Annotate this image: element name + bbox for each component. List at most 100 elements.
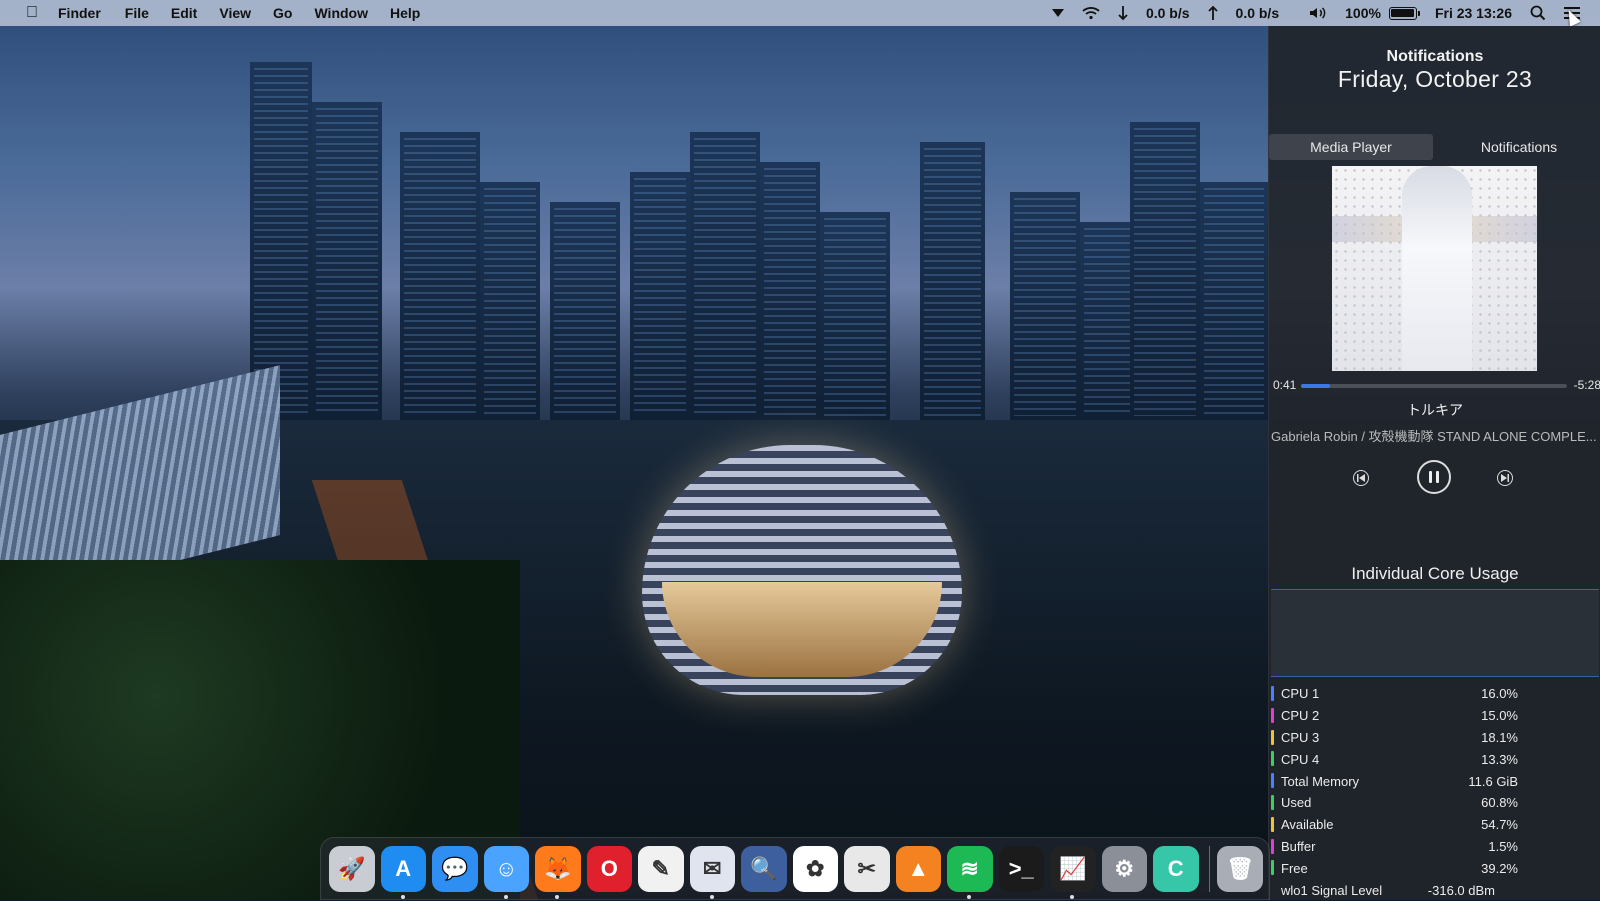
- progress-track[interactable]: [1301, 384, 1567, 388]
- running-indicator: [1070, 894, 1074, 899]
- core-usage-graph: [1271, 589, 1599, 677]
- next-track-button[interactable]: [1497, 470, 1513, 486]
- wallpaper-building: [400, 132, 480, 422]
- image-capture-icon[interactable]: 🔍: [741, 845, 787, 892]
- system-preferences-icon[interactable]: ⚙: [1101, 845, 1147, 892]
- menu-help[interactable]: Help: [390, 5, 420, 21]
- stat-color-bar: [1271, 860, 1274, 876]
- pause-icon: [1429, 471, 1439, 483]
- upload-rate[interactable]: 0.0 b/s: [1236, 5, 1280, 21]
- wallpaper-building: [1130, 122, 1200, 422]
- stat-row: Free 39.2%: [1271, 857, 1600, 879]
- stat-label: Used: [1281, 795, 1312, 811]
- stat-value: 1.5%: [1488, 838, 1518, 854]
- messages-icon[interactable]: 💬: [432, 845, 478, 892]
- app-store-icon[interactable]: A: [380, 845, 426, 899]
- running-indicator: [709, 894, 714, 899]
- terminal-icon[interactable]: >_: [998, 845, 1044, 892]
- textedit-icon[interactable]: ✎: [638, 845, 684, 892]
- stat-label: Available: [1281, 817, 1334, 833]
- wallpaper-building: [1010, 192, 1080, 422]
- stat-value: 15.0%: [1481, 708, 1518, 724]
- signal-level-value: -316.0 dBm: [1427, 882, 1495, 898]
- stat-value: 60.8%: [1481, 795, 1518, 811]
- song-artist: Gabriela Robin / 攻殻機動隊 STAND ALONE COMPL…: [1271, 429, 1597, 444]
- stat-color-bar: [1271, 816, 1274, 832]
- stat-color-bar: [1271, 838, 1274, 854]
- stat-row: CPU 1 16.0%: [1271, 683, 1600, 705]
- remaining-time: -5:28: [1573, 378, 1600, 392]
- stat-row: CPU 3 18.1%: [1271, 727, 1600, 749]
- previous-track-button[interactable]: [1353, 470, 1369, 486]
- stat-row: Total Memory 11.6 GiB: [1271, 770, 1600, 792]
- running-indicator: [503, 894, 508, 899]
- tab-notifications[interactable]: Notifications: [1437, 134, 1600, 160]
- stat-color-bar: [1271, 707, 1274, 723]
- menu-go[interactable]: Go: [273, 5, 292, 21]
- firefox-icon[interactable]: 🦊: [535, 845, 581, 899]
- menu-window[interactable]: Window: [314, 5, 368, 21]
- stat-value: 18.1%: [1481, 729, 1518, 745]
- battery-icon[interactable]: [1387, 6, 1420, 20]
- playback-progress[interactable]: 0:41 -5:28: [1269, 378, 1600, 392]
- volume-icon[interactable]: [1309, 6, 1327, 20]
- trash-icon[interactable]: 🗑: [1217, 845, 1263, 892]
- notification-center-panel: Notifications Friday, October 23 Media P…: [1268, 26, 1600, 900]
- panel-title: Notifications: [1386, 48, 1484, 65]
- tab-media-player[interactable]: Media Player: [1269, 134, 1433, 160]
- apple-menu-icon[interactable]: : [24, 4, 40, 22]
- signal-level-row: wlo1 Signal Level -316.0 dBm: [1271, 879, 1600, 901]
- system-stats-list: CPU 1 16.0% CPU 2 15.0% CPU 3 18.1% CPU 4 13.3%…: [1271, 683, 1600, 901]
- stat-label: Free: [1281, 860, 1308, 876]
- spotify-icon[interactable]: ≋: [947, 845, 993, 899]
- preview-icon[interactable]: ✉: [689, 845, 735, 899]
- song-title: トルキア: [1407, 402, 1463, 418]
- finder-icon[interactable]: ☺: [483, 845, 529, 899]
- activity-monitor-icon[interactable]: 📈: [1050, 845, 1096, 899]
- upload-arrow-icon: [1207, 5, 1218, 21]
- stat-value: 13.3%: [1481, 751, 1518, 767]
- wifi-icon[interactable]: [1082, 6, 1100, 20]
- launchpad-icon[interactable]: 🚀: [329, 845, 375, 892]
- media-controls: [1269, 458, 1600, 498]
- menu-bar:  Finder File Edit View Go Window Help 0…: [0, 0, 1600, 26]
- wallpaper-building: [820, 212, 890, 422]
- stat-color-bar: [1271, 773, 1274, 789]
- wallpaper-building: [690, 132, 760, 422]
- stat-row: Available 54.7%: [1271, 814, 1600, 836]
- wallpaper-building: [760, 162, 820, 422]
- photos-icon[interactable]: ✿: [792, 845, 838, 892]
- menu-edit[interactable]: Edit: [171, 5, 197, 21]
- dropdown-triangle-icon[interactable]: [1051, 9, 1064, 17]
- screenshot-icon[interactable]: ✂: [844, 845, 890, 892]
- cleaner-icon[interactable]: C: [1153, 845, 1199, 892]
- wallpaper-building: [550, 202, 620, 422]
- stat-label: Buffer: [1281, 838, 1316, 854]
- menu-file[interactable]: File: [125, 5, 149, 21]
- core-usage-title: Individual Core Usage: [1351, 564, 1519, 583]
- clock[interactable]: Fri 23 13:26: [1435, 5, 1512, 21]
- vlc-icon[interactable]: ▲: [895, 845, 941, 892]
- spotlight-search-icon[interactable]: [1530, 5, 1546, 21]
- menu-view[interactable]: View: [219, 5, 251, 21]
- stat-label: CPU 3: [1281, 729, 1320, 745]
- download-rate[interactable]: 0.0 b/s: [1146, 5, 1190, 21]
- menu-app-name[interactable]: Finder: [58, 5, 101, 21]
- wallpaper-building: [250, 62, 312, 422]
- battery-percent[interactable]: 100%: [1345, 5, 1381, 21]
- running-indicator: [400, 894, 405, 899]
- stat-row: Buffer 1.5%: [1271, 836, 1600, 858]
- panel-date: Friday, October 23: [1337, 66, 1533, 92]
- stat-color-bar: [1271, 686, 1274, 701]
- stat-row: CPU 4 13.3%: [1271, 748, 1600, 770]
- dock-separator: [1208, 845, 1210, 892]
- wallpaper-building: [630, 172, 690, 422]
- stat-row: CPU 2 15.0%: [1271, 705, 1600, 727]
- wallpaper-building: [480, 182, 540, 422]
- stat-label: CPU 4: [1281, 751, 1320, 767]
- pause-button[interactable]: [1417, 460, 1451, 494]
- download-arrow-icon: [1118, 5, 1128, 21]
- stat-value: 11.6 GiB: [1468, 773, 1518, 789]
- opera-icon[interactable]: O: [586, 845, 632, 892]
- wallpaper-building: [312, 102, 382, 422]
